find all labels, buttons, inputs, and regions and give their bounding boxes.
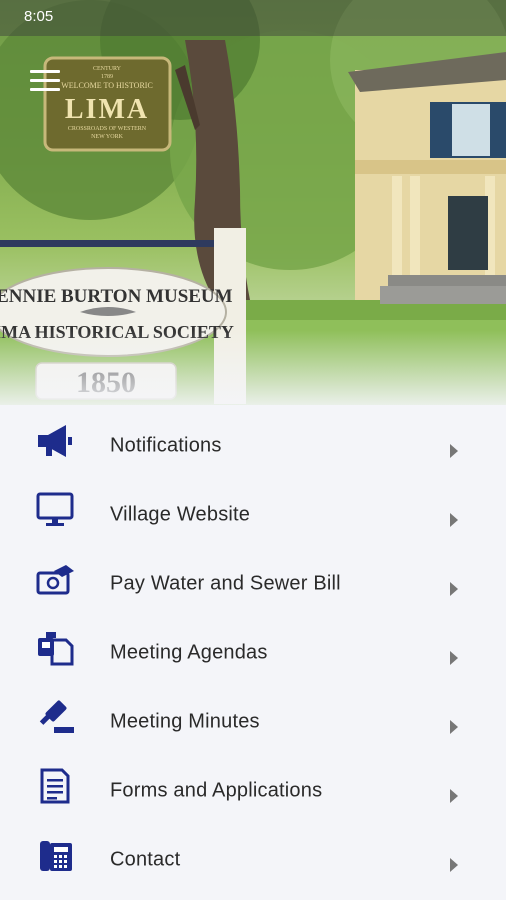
sign-bottom-text: CROSSROADS OF WESTERN [68, 126, 147, 132]
welcome-sign: CENTURY 1789 WELCOME TO HISTORIC LIMA CR… [43, 56, 172, 152]
chevron-right-icon [450, 513, 458, 527]
monitor-icon [36, 492, 74, 526]
menu-item-label: Notifications [110, 434, 222, 457]
chevron-right-icon [450, 789, 458, 803]
menu-item-label: Forms and Applications [110, 779, 323, 802]
status-time: 8:05 [24, 8, 54, 25]
menu-item-meeting-agendas[interactable]: Meeting Agendas [0, 612, 506, 681]
menu-item-label: Meeting Agendas [110, 641, 268, 664]
chevron-right-icon [450, 582, 458, 596]
bill-payment-icon [36, 565, 74, 595]
hero-image: CENTURY 1789 WELCOME TO HISTORIC LIMA CR… [0, 0, 506, 405]
status-bar: 8:05 [0, 0, 506, 36]
museum-line1-text: TENNIE BURTON MUSEUM [0, 286, 233, 307]
hero-photo: CENTURY 1789 WELCOME TO HISTORIC LIMA CR… [0, 0, 506, 405]
menu-item-village-website[interactable]: Village Website [0, 474, 506, 543]
chevron-right-icon [450, 858, 458, 872]
menu-item-pay-water-sewer-bill[interactable]: Pay Water and Sewer Bill [0, 543, 506, 612]
menu-list: Notifications Village Website Pay Water … [0, 405, 506, 888]
menu-item-label: Meeting Minutes [110, 710, 260, 733]
menu-item-label: Contact [110, 848, 181, 871]
phone-icon [40, 841, 72, 871]
menu-item-forms-applications[interactable]: Forms and Applications [0, 750, 506, 819]
agenda-documents-icon [38, 632, 74, 666]
menu-item-contact[interactable]: Contact [0, 819, 506, 888]
sign-state-text: NEW YORK [91, 134, 123, 140]
chevron-right-icon [450, 651, 458, 665]
gavel-icon [39, 700, 74, 733]
chevron-right-icon [450, 444, 458, 458]
megaphone-icon [38, 425, 72, 457]
form-document-icon [40, 768, 70, 804]
menu-item-meeting-minutes[interactable]: Meeting Minutes [0, 681, 506, 750]
sign-top-text: WELCOME TO HISTORIC [61, 81, 153, 90]
house-illustration [348, 52, 506, 304]
sign-small-text: CENTURY [93, 66, 122, 72]
menu-item-notifications[interactable]: Notifications [0, 405, 506, 474]
sign-year-text: 1789 [101, 74, 113, 80]
menu-item-label: Village Website [110, 503, 251, 526]
hamburger-menu-icon[interactable] [30, 70, 60, 92]
chevron-right-icon [450, 720, 458, 734]
menu-item-label: Pay Water and Sewer Bill [110, 572, 341, 595]
sign-town-text: LIMA [65, 94, 149, 125]
